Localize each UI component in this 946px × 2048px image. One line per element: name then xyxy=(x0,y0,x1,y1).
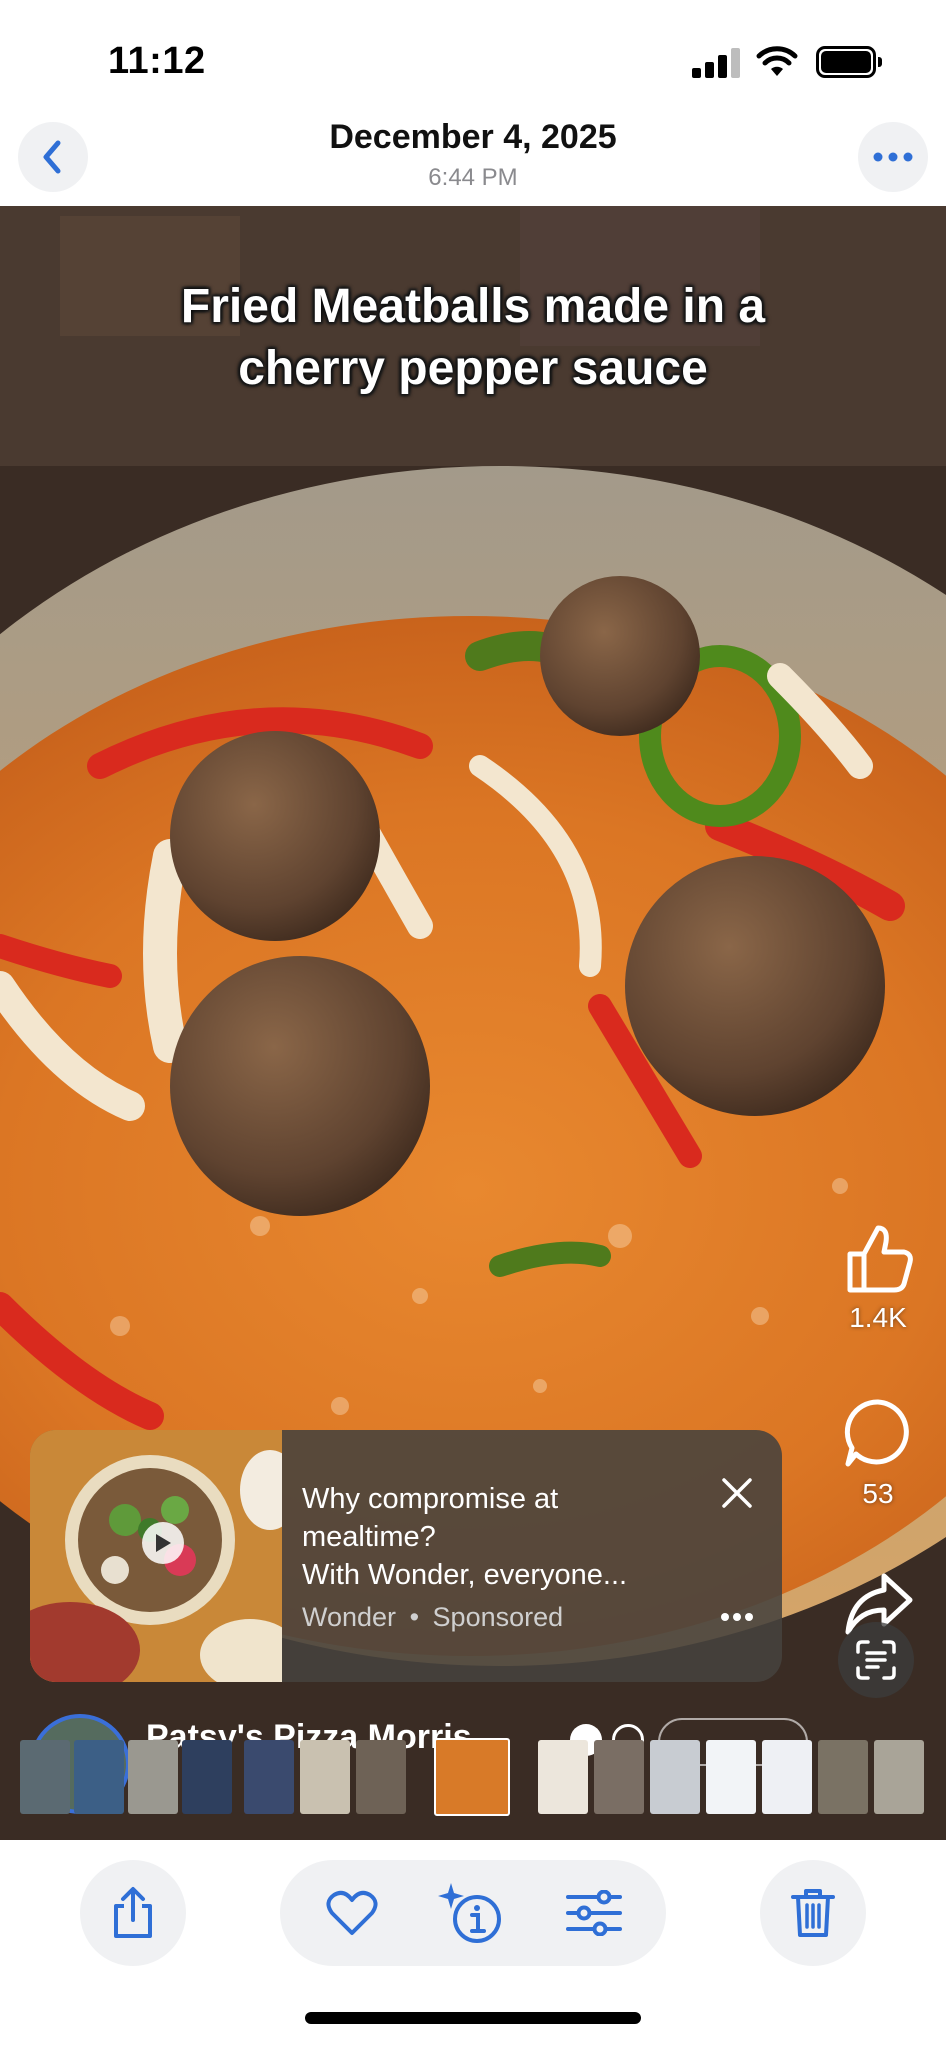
adjust-button[interactable] xyxy=(546,1860,642,1966)
close-ad-icon[interactable] xyxy=(720,1476,754,1510)
ad-meta: Wonder • Sponsored xyxy=(302,1602,563,1633)
like-count: 1.4K xyxy=(849,1302,907,1333)
filmstrip-thumb[interactable] xyxy=(650,1740,700,1814)
filmstrip-thumb-current[interactable] xyxy=(434,1738,510,1816)
ad-headline-line-1: Why compromise at xyxy=(302,1483,559,1515)
photo-caption: Fried Meatballs made in a cherry pepper … xyxy=(0,276,946,400)
filmstrip-thumb[interactable] xyxy=(356,1740,406,1814)
ellipsis-icon xyxy=(873,152,913,162)
filmstrip-thumb[interactable] xyxy=(762,1740,812,1814)
photo-date: December 4, 2025 xyxy=(329,118,617,156)
photo-filmstrip[interactable] xyxy=(0,1738,946,1824)
video-play-badge[interactable] xyxy=(142,1522,184,1564)
caption-line-1: Fried Meatballs made in a xyxy=(180,280,766,333)
live-text-button[interactable] xyxy=(838,1622,914,1698)
wifi-icon xyxy=(756,46,798,76)
filmstrip-thumb[interactable] xyxy=(74,1740,124,1814)
info-button[interactable] xyxy=(424,1860,520,1966)
ad-advertiser: Wonder xyxy=(302,1602,397,1632)
sliders-icon xyxy=(566,1890,622,1936)
battery-icon xyxy=(816,46,882,78)
status-time: 11:12 xyxy=(108,40,206,82)
share-button[interactable] xyxy=(80,1860,186,1966)
more-options-button[interactable] xyxy=(858,122,928,192)
filmstrip-thumb[interactable] xyxy=(300,1740,350,1814)
heart-icon xyxy=(326,1890,378,1935)
filmstrip-thumb[interactable] xyxy=(874,1740,924,1814)
filmstrip-thumb[interactable] xyxy=(538,1740,588,1814)
play-icon xyxy=(156,1534,171,1552)
ad-separator: • xyxy=(409,1602,420,1632)
caption-line-2: cherry pepper sauce xyxy=(238,342,708,395)
filmstrip-thumb[interactable] xyxy=(244,1740,294,1814)
trash-icon xyxy=(791,1889,835,1937)
home-indicator[interactable] xyxy=(305,2012,641,2024)
bottom-toolbar xyxy=(0,1840,946,2020)
ad-headline-line-3: With Wonder, everyone... xyxy=(302,1559,628,1591)
like-icon[interactable] xyxy=(840,1220,916,1296)
ad-more-options-icon[interactable] xyxy=(720,1612,754,1622)
filmstrip-thumb[interactable] xyxy=(182,1740,232,1814)
favorite-button[interactable] xyxy=(304,1860,400,1966)
info-sparkle-icon xyxy=(438,1883,501,1943)
photo-time: 6:44 PM xyxy=(428,164,518,191)
filmstrip-thumb[interactable] xyxy=(128,1740,178,1814)
delete-button[interactable] xyxy=(760,1860,866,1966)
filmstrip-thumb[interactable] xyxy=(706,1740,756,1814)
toolbar-center-group xyxy=(280,1860,666,1966)
filmstrip-thumb[interactable] xyxy=(594,1740,644,1814)
sponsored-ad-card[interactable]: Why compromise at mealtime? With Wonder,… xyxy=(30,1430,782,1682)
ad-headline: Why compromise at mealtime? With Wonder,… xyxy=(302,1480,732,1594)
filmstrip-thumb[interactable] xyxy=(818,1740,868,1814)
ad-headline-line-2: mealtime? xyxy=(302,1521,436,1553)
comment-icon[interactable] xyxy=(842,1396,914,1468)
signal-icon xyxy=(692,48,740,78)
live-text-icon xyxy=(856,1640,896,1680)
ad-thumbnail[interactable] xyxy=(30,1430,282,1682)
comment-count: 53 xyxy=(862,1478,894,1509)
share-upload-icon xyxy=(114,1887,152,1938)
ad-sponsored-label: Sponsored xyxy=(432,1602,564,1632)
filmstrip-thumb[interactable] xyxy=(20,1740,70,1814)
